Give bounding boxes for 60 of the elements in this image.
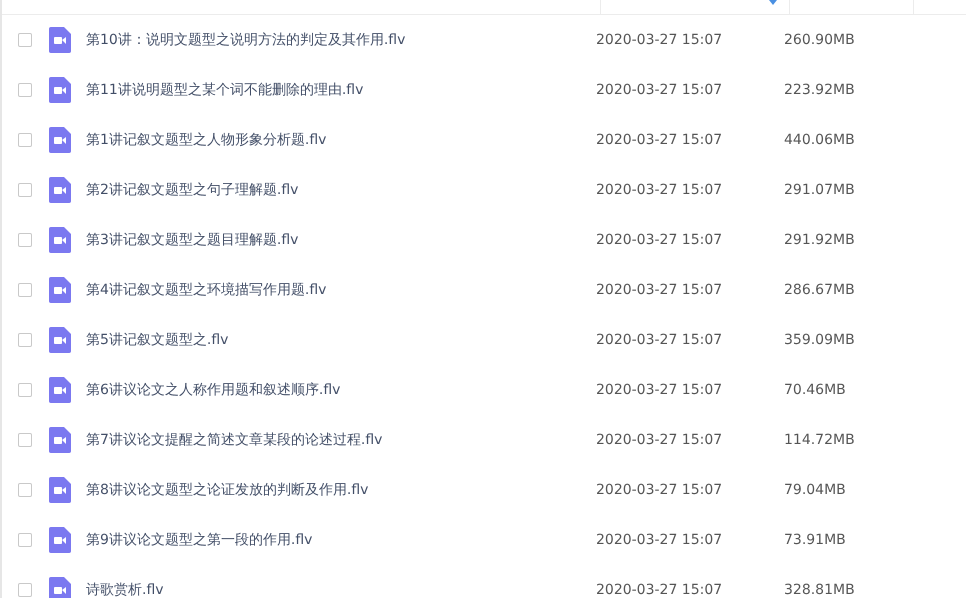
video-file-icon: [49, 27, 71, 53]
file-name[interactable]: 第6讲议论文之人称作用题和叙述顺序.flv: [86, 381, 596, 399]
checkbox[interactable]: [18, 283, 32, 297]
file-size: 70.46MB: [784, 382, 846, 398]
video-file-icon: [49, 427, 71, 453]
modified-time: 2020-03-27 15:07: [596, 32, 724, 48]
checkbox[interactable]: [18, 383, 32, 397]
file-name[interactable]: 第10讲：说明文题型之说明方法的判定及其作用.flv: [86, 31, 596, 49]
video-file-icon: [49, 527, 71, 553]
file-name[interactable]: 第2讲记叙文题型之句子理解题.flv: [86, 181, 596, 199]
file-size: 291.92MB: [784, 232, 855, 248]
checkbox[interactable]: [18, 83, 32, 97]
video-file-icon: [49, 477, 71, 503]
checkbox[interactable]: [18, 533, 32, 547]
modified-time: 2020-03-27 15:07: [596, 232, 724, 248]
file-name[interactable]: 第4讲记叙文题型之环境描写作用题.flv: [86, 281, 596, 299]
video-file-icon: [49, 127, 71, 153]
file-size: 114.72MB: [784, 432, 855, 448]
modified-time: 2020-03-27 15:07: [596, 332, 724, 348]
file-size: 223.92MB: [784, 82, 855, 98]
file-size: 328.81MB: [784, 582, 855, 598]
checkbox[interactable]: [18, 583, 32, 597]
modified-time: 2020-03-27 15:07: [596, 82, 724, 98]
file-size: 359.09MB: [784, 332, 855, 348]
modified-time: 2020-03-27 15:07: [596, 532, 724, 548]
file-name[interactable]: 第7讲议论文提醒之简述文章某段的论述过程.flv: [86, 431, 596, 449]
video-file-icon: [49, 227, 71, 253]
video-file-icon: [49, 377, 71, 403]
modified-time: 2020-03-27 15:07: [596, 382, 724, 398]
checkbox[interactable]: [18, 233, 32, 247]
checkbox[interactable]: [18, 133, 32, 147]
sort-caret-icon[interactable]: [769, 0, 777, 5]
checkbox[interactable]: [18, 183, 32, 197]
video-file-icon: [49, 327, 71, 353]
checkbox[interactable]: [18, 333, 32, 347]
video-file-icon: [49, 277, 71, 303]
modified-time: 2020-03-27 15:07: [596, 432, 724, 448]
file-name[interactable]: 第5讲记叙文题型之.flv: [86, 331, 596, 349]
modified-time: 2020-03-27 15:07: [596, 582, 724, 598]
video-file-icon: [49, 177, 71, 203]
file-name[interactable]: 诗歌赏析.flv: [86, 581, 596, 598]
checkbox[interactable]: [18, 33, 32, 47]
modified-time: 2020-03-27 15:07: [596, 132, 724, 148]
video-file-icon: [49, 77, 71, 103]
modified-time: 2020-03-27 15:07: [596, 282, 724, 298]
file-name[interactable]: 第9讲议论文题型之第一段的作用.flv: [86, 531, 596, 549]
file-name[interactable]: 第8讲议论文题型之论证发放的判断及作用.flv: [86, 481, 596, 499]
file-size: 291.07MB: [784, 182, 855, 198]
modified-time: 2020-03-27 15:07: [596, 482, 724, 498]
checkbox[interactable]: [18, 433, 32, 447]
file-size: 79.04MB: [784, 482, 846, 498]
file-size: 286.67MB: [784, 282, 855, 298]
file-name[interactable]: 第1讲记叙文题型之人物形象分析题.flv: [86, 131, 596, 149]
file-size: 73.91MB: [784, 532, 846, 548]
checkbox[interactable]: [18, 483, 32, 497]
file-name[interactable]: 第3讲记叙文题型之题目理解题.flv: [86, 231, 596, 249]
file-name[interactable]: 第11讲说明题型之某个词不能删除的理由.flv: [86, 81, 596, 99]
modified-time: 2020-03-27 15:07: [596, 182, 724, 198]
file-size: 260.90MB: [784, 32, 855, 48]
file-size: 440.06MB: [784, 132, 855, 148]
